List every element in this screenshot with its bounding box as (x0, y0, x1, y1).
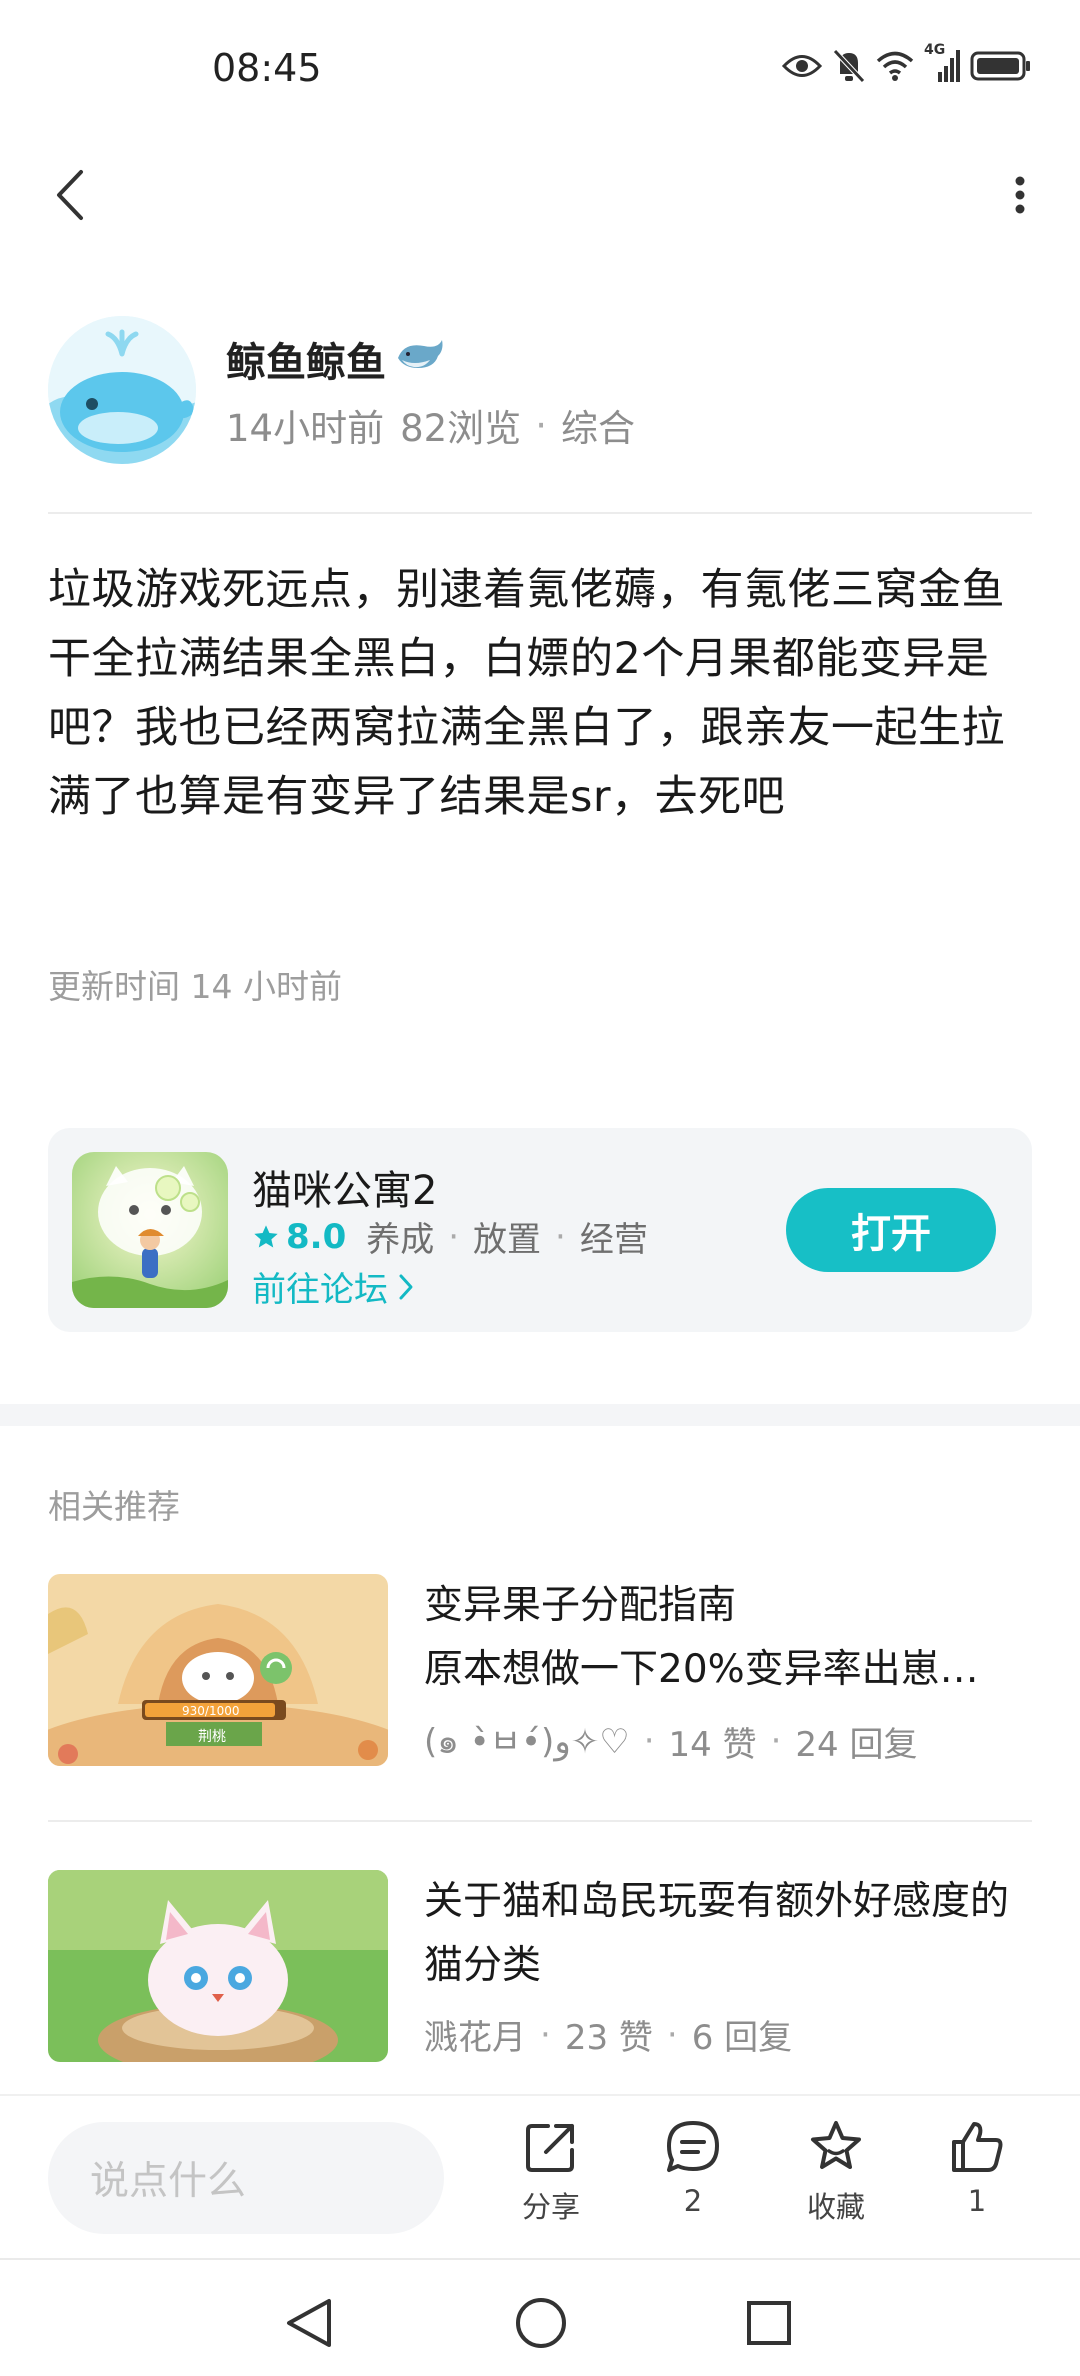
share-button[interactable]: 分享 (491, 2118, 611, 2238)
related-replies: 24 回复 (795, 1724, 918, 1765)
update-time: 更新时间 14 小时前 (48, 967, 342, 1006)
back-chevron-icon (57, 170, 83, 220)
share-icon (526, 2124, 574, 2172)
game-tag: 放置 (473, 1220, 542, 1260)
bottom-action-bar: 说点什么 分享 2 收藏 1 (0, 2094, 1080, 2256)
whale-emoji-icon (394, 336, 446, 382)
game-rating: 8.0 (252, 1217, 346, 1257)
game-card[interactable]: 猫咪公寓2 8.0 养成 · 放置 · 经营 前往论坛 打开 (48, 1128, 1032, 1332)
related-title-line[interactable]: 原本想做一下20%变异率出崽… (424, 1638, 1034, 1702)
square-recents-icon (747, 2301, 791, 2345)
thumb-progress-text: 930/1000 (182, 1704, 240, 1718)
back-button[interactable] (40, 160, 100, 230)
related-item[interactable]: 930/1000 荆桃 变异果子分配指南 原本想做一下20%变异率出崽… (๑ … (48, 1574, 1032, 1766)
status-icons: 4G (781, 42, 1032, 90)
mute-bell-icon (832, 48, 866, 88)
related-item-title[interactable]: 变异果子分配指南 原本想做一下20%变异率出崽… (424, 1574, 1034, 1702)
star-icon (254, 1224, 278, 1247)
favorite-label: 收藏 (806, 2190, 865, 2224)
related-title-line[interactable]: 变异果子分配指南 (424, 1574, 1034, 1638)
network-type: 4G (924, 42, 946, 58)
divider (48, 1820, 1032, 1822)
favorite-button[interactable]: 收藏 (776, 2118, 896, 2238)
signal-icon: 4G (924, 42, 960, 86)
related-thumbnail[interactable] (48, 1870, 388, 2062)
eye-icon (781, 51, 823, 85)
open-game-button[interactable]: 打开 (786, 1188, 996, 1272)
post-category[interactable]: 综合 (561, 398, 635, 452)
status-bar: 08:45 4G (0, 0, 1080, 140)
rating-value: 8.0 (286, 1216, 347, 1257)
share-label: 分享 (521, 2190, 580, 2224)
related-likes: 14 赞 (668, 1724, 757, 1765)
related-likes: 23 赞 (564, 2018, 653, 2058)
section-separator (0, 1404, 1080, 1426)
related-item[interactable]: 关于猫和岛民玩耍有额外好感度的猫分类 溅花月 · 23 赞 · 6 回复 (48, 1870, 1032, 2062)
related-item-title[interactable]: 关于猫和岛民玩耍有额外好感度的猫分类 (424, 1870, 1034, 1998)
game-tag: 养成 (366, 1220, 435, 1260)
chevron-right-icon (399, 1274, 413, 1299)
system-navigation-bar (0, 2258, 1080, 2376)
game-tags: 8.0 养成 · 放置 · 经营 (252, 1212, 648, 1261)
thumbs-up-icon (952, 2122, 1003, 2172)
divider (48, 512, 1032, 514)
post-time-ago: 14小时前 (226, 407, 385, 450)
forum-link-label[interactable]: 前往论坛 (252, 1262, 388, 1311)
more-button[interactable] (990, 160, 1050, 230)
system-back-button[interactable] (274, 2288, 344, 2358)
related-item-meta: 溅花月 · 23 赞 · 6 回复 (424, 2010, 792, 2059)
battery-icon (970, 51, 1032, 85)
game-tag: 经营 (579, 1220, 648, 1260)
wifi-icon (876, 50, 914, 86)
thumb-label: 荆桃 (198, 1729, 226, 1745)
system-home-button[interactable] (506, 2288, 576, 2358)
view-count: 82浏览 (400, 407, 522, 450)
circle-home-icon (516, 2298, 566, 2348)
triangle-back-icon (287, 2299, 331, 2347)
like-button[interactable]: 1 (917, 2118, 1037, 2238)
related-section-title: 相关推荐 (48, 1487, 180, 1526)
related-item-meta: (๑ •̀ㅂ•́)و✧♡ · 14 赞 · 24 回复 (424, 1714, 917, 1768)
comment-icon (667, 2121, 719, 2172)
related-author: (๑ •̀ㅂ•́)و✧♡ (424, 1722, 630, 1762)
comment-count: 2 (683, 2184, 703, 2218)
game-icon[interactable] (72, 1152, 228, 1308)
comment-input[interactable]: 说点什么 (48, 2122, 444, 2234)
status-time: 08:45 (212, 46, 322, 90)
comment-button[interactable]: 2 (633, 2118, 753, 2238)
post-content: 垃圾游戏死远点，别逮着氪佬薅，有氪佬三窝金鱼干全拉满结果全黑白，白嫖的2个月果都… (48, 565, 1005, 822)
system-recents-button[interactable] (734, 2288, 804, 2358)
avatar[interactable] (48, 316, 196, 464)
forum-link[interactable]: 前往论坛 (252, 1262, 414, 1311)
star-outline-icon (811, 2121, 861, 2169)
author-name-row[interactable]: 鲸鱼鲸鱼 (226, 330, 446, 388)
related-thumbnail[interactable]: 930/1000 荆桃 (48, 1574, 388, 1766)
author-meta: 14小时前 82浏览 · 综合 (226, 398, 635, 452)
related-replies: 6 回复 (691, 2018, 793, 2058)
author-name[interactable]: 鲸鱼鲸鱼 (226, 330, 386, 388)
game-name[interactable]: 猫咪公寓2 (252, 1158, 437, 1216)
like-count: 1 (967, 2184, 987, 2218)
more-dots-icon (1015, 176, 1025, 214)
related-author: 溅花月 (424, 2018, 526, 2058)
